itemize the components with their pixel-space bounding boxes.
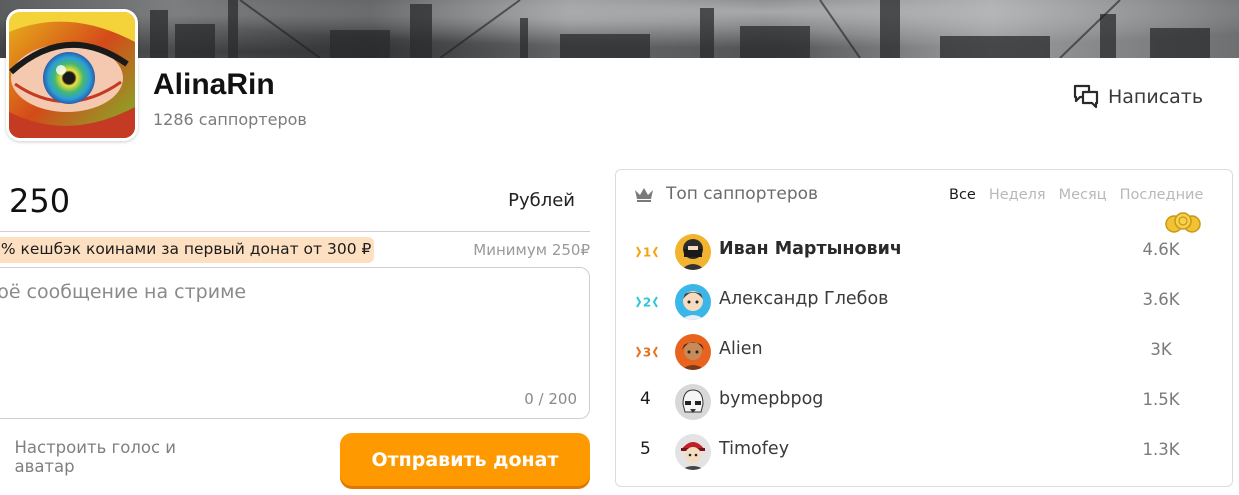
panel-title: Топ саппортеров [666, 184, 819, 204]
supporter-name: Alien [719, 339, 763, 359]
write-message-label: Написать [1108, 86, 1204, 108]
currency-label: Рублей [508, 190, 575, 211]
avatar-image [675, 334, 711, 370]
tab-week[interactable]: Неделя [989, 187, 1046, 203]
avatar-image [675, 234, 711, 270]
streamer-donation-page: AlinaRin 1286 саппортеров Написать 250 Р… [0, 0, 1239, 495]
avatar [675, 234, 711, 270]
supporter-amount: 3K [1150, 340, 1172, 359]
avatar-image [675, 284, 711, 320]
rank-badge-silver-number: 2 [643, 296, 651, 310]
avatar-image [675, 434, 711, 470]
supporter-name: Александр Глебов [719, 289, 889, 309]
rank-badge-bronze-number: 3 [643, 346, 651, 360]
supporter-row[interactable]: 2 Александр Глебов 3.6K [616, 277, 1232, 327]
message-placeholder: воё сообщение на стриме [0, 281, 247, 303]
write-message-button[interactable]: Написать [1072, 81, 1203, 113]
rank-badge-silver: 2 [636, 290, 658, 314]
voice-settings-button[interactable]: Настроить голос и аватар [0, 438, 220, 476]
amount-field[interactable]: 250 Рублей [0, 178, 590, 232]
supporter-row[interactable]: 1 Иван Мартынович 4.6K [616, 227, 1232, 277]
tab-all[interactable]: Все [949, 187, 976, 203]
char-counter: 0 / 200 [524, 390, 577, 408]
eye-avatar-image [9, 12, 135, 138]
tab-recent[interactable]: Последние [1120, 187, 1204, 203]
rank-badge-gold-icon: 1 [636, 246, 658, 260]
avatar [675, 334, 711, 370]
supporter-row[interactable]: 5 Timofey 1.3K [616, 427, 1232, 477]
rank-badge-bronze: 3 [636, 340, 658, 364]
supporter-name: Timofey [719, 439, 790, 459]
minimum-amount-label: Минимум 250₽ [473, 241, 590, 259]
streamer-avatar [6, 9, 138, 141]
rank-badge-bronze-icon: 3 [636, 346, 658, 360]
supporter-amount: 4.6K [1142, 240, 1180, 259]
rank-number: 5 [640, 439, 651, 459]
supporters-count: 1286 саппортеров [153, 110, 307, 129]
supporter-amount: 3.6K [1142, 290, 1180, 309]
streamer-name: AlinaRin [153, 68, 275, 101]
supporter-row[interactable]: 3 Alien 3K [616, 327, 1232, 377]
supporter-amount: 1.3K [1142, 440, 1180, 459]
supporter-row[interactable]: 4 bymepbpog 1.5K [616, 377, 1232, 427]
chat-bubbles-icon [1073, 84, 1099, 109]
period-filter-tabs: Все Неделя Месяц Последние [949, 187, 1203, 203]
supporter-name: Иван Мартынович [719, 239, 902, 259]
panel-header: Топ саппортеров [634, 184, 818, 204]
top-supporters-panel: Топ саппортеров Все Неделя Месяц Последн… [615, 169, 1233, 487]
voice-settings-label: Настроить голос и аватар [14, 438, 177, 476]
crown-icon [635, 188, 653, 202]
send-donation-button[interactable]: Отправить донат [340, 433, 590, 486]
cashback-badge: 0% кешбэк коинами за первый донат от 300… [0, 237, 374, 263]
supporter-amount: 1.5K [1142, 390, 1180, 409]
avatar [675, 384, 711, 420]
avatar [675, 284, 711, 320]
rank-badge-gold: 1 [636, 240, 658, 264]
voice-settings-icon [0, 444, 4, 470]
banner-silhouette [150, 0, 1210, 58]
profile-banner [0, 0, 1239, 58]
amount-value[interactable]: 250 [9, 182, 70, 220]
rank-badge-gold-number: 1 [643, 246, 651, 260]
avatar-image [675, 384, 711, 420]
supporter-name: bymepbpog [719, 389, 824, 409]
rank-badge-silver-icon: 2 [636, 296, 658, 310]
avatar [675, 434, 711, 470]
tab-month[interactable]: Месяц [1059, 187, 1107, 203]
rank-number: 4 [640, 389, 651, 409]
